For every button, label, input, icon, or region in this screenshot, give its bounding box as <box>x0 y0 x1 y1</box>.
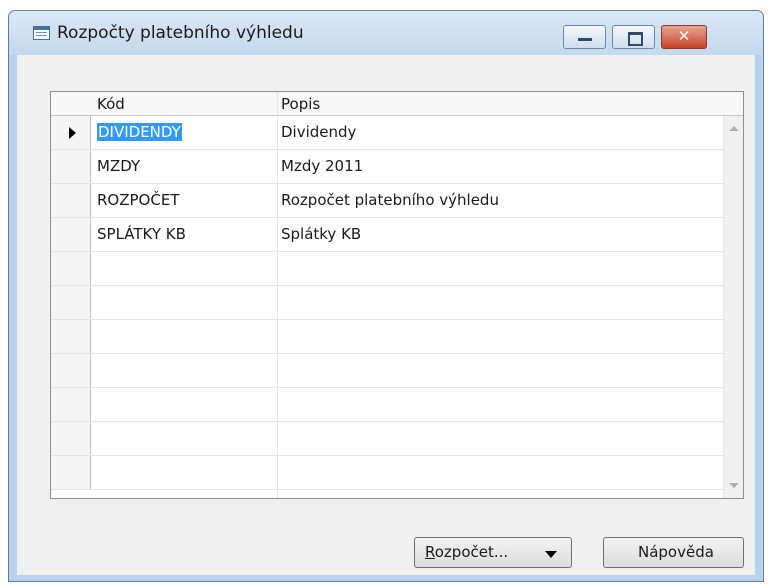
table-row[interactable]: MZDY Mzdy 2011 <box>51 150 725 184</box>
scroll-down-icon[interactable] <box>729 483 739 488</box>
row-selector[interactable] <box>51 456 91 489</box>
cell-code[interactable]: DIVIDENDY <box>97 116 182 149</box>
table-row[interactable] <box>51 286 725 320</box>
table-row[interactable] <box>51 388 725 422</box>
row-selector[interactable] <box>51 354 91 387</box>
close-icon: ✕ <box>677 27 691 45</box>
column-divider <box>277 92 278 498</box>
table-row[interactable]: ROZPOČET Rozpočet platebního výhledu <box>51 184 725 218</box>
row-selector[interactable] <box>51 150 91 183</box>
window-client-area: Kód Popis DIVIDENDY Dividendy MZDY Mzdy 201… <box>17 55 755 575</box>
title-bar[interactable]: Rozpočty platebního výhledu ✕ <box>9 11 763 55</box>
row-selector[interactable] <box>51 184 91 217</box>
cell-code-text: MZDY <box>97 157 141 175</box>
table-icon <box>33 26 50 40</box>
help-button[interactable]: Nápověda <box>603 537 744 568</box>
cell-code[interactable]: ROZPOČET <box>97 184 179 217</box>
row-selector[interactable] <box>51 286 91 319</box>
table-row[interactable]: SPLÁTKY KB Splátky KB <box>51 218 725 252</box>
row-selector[interactable] <box>51 388 91 421</box>
cell-code[interactable]: SPLÁTKY KB <box>97 218 186 251</box>
minimize-button[interactable] <box>563 25 606 49</box>
close-button[interactable]: ✕ <box>661 25 707 49</box>
budget-menu-button[interactable]: Rozpočet... <box>414 537 572 568</box>
maximize-icon <box>628 32 643 46</box>
table-row[interactable] <box>51 456 725 490</box>
window-title: Rozpočty platebního výhledu <box>57 23 304 43</box>
row-selector[interactable] <box>51 218 91 251</box>
table-row[interactable] <box>51 252 725 286</box>
cell-description[interactable]: Splátky KB <box>281 218 361 251</box>
row-selector[interactable] <box>51 116 91 149</box>
table-row[interactable] <box>51 422 725 456</box>
column-header-description[interactable]: Popis <box>281 95 320 113</box>
minimize-icon <box>578 38 592 41</box>
cell-description[interactable]: Rozpočet platebního výhledu <box>281 184 499 217</box>
scroll-up-icon[interactable] <box>729 126 739 131</box>
table-header: Kód Popis <box>51 92 743 116</box>
budget-window: Rozpočty platebního výhledu ✕ Kód Popis … <box>8 10 764 582</box>
cell-description[interactable]: Dividendy <box>281 116 356 149</box>
budget-button-label: Rozpočet... <box>425 543 509 561</box>
row-selector[interactable] <box>51 422 91 455</box>
cell-code-text: DIVIDENDY <box>97 123 182 141</box>
cell-description[interactable]: Mzdy 2011 <box>281 150 363 183</box>
budget-table[interactable]: Kód Popis DIVIDENDY Dividendy MZDY Mzdy 201… <box>50 91 744 499</box>
cell-code-text: ROZPOČET <box>97 191 180 209</box>
row-selector[interactable] <box>51 320 91 353</box>
table-row[interactable] <box>51 354 725 388</box>
maximize-button[interactable] <box>612 25 655 49</box>
row-selector[interactable] <box>51 252 91 285</box>
current-row-arrow-icon <box>69 127 76 139</box>
table-row[interactable] <box>51 320 725 354</box>
help-button-label: Nápověda <box>638 543 714 561</box>
column-header-code[interactable]: Kód <box>97 95 125 113</box>
cell-code-text: SPLÁTKY KB <box>97 225 186 243</box>
table-row[interactable]: DIVIDENDY Dividendy <box>51 116 725 150</box>
dropdown-arrow-icon <box>545 551 557 558</box>
cell-code[interactable]: MZDY <box>97 150 140 183</box>
vertical-scrollbar[interactable] <box>723 116 743 498</box>
